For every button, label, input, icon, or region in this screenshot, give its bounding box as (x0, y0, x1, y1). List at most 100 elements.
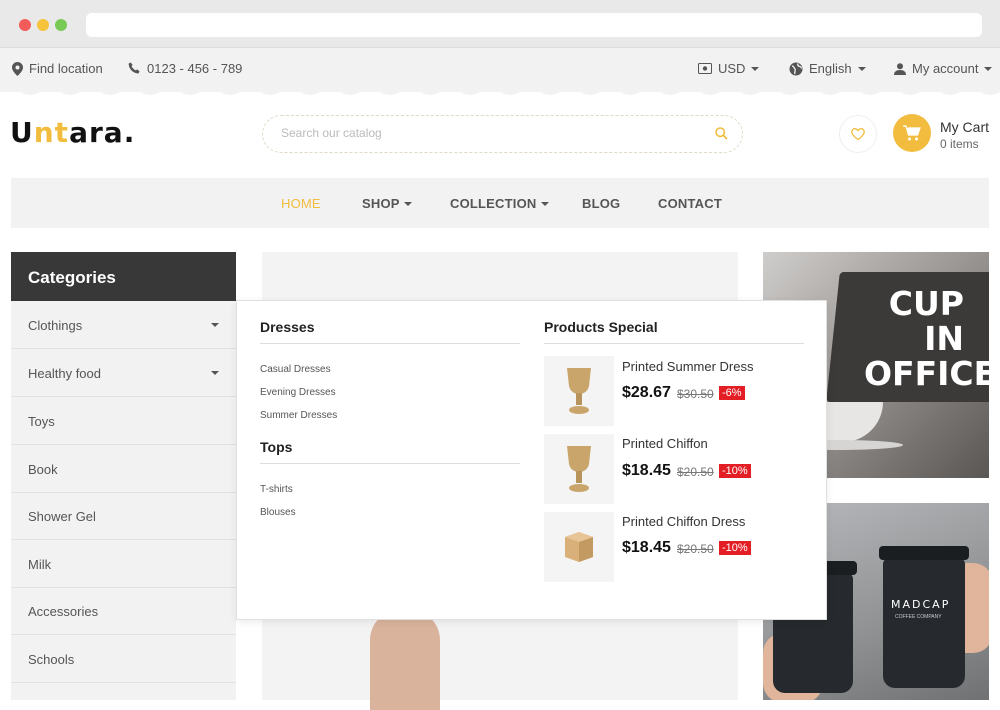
phone-number: 0123 - 456 - 789 (147, 61, 243, 76)
nav-shop[interactable]: SHOP (362, 196, 412, 211)
nav-blog-label: BLOG (582, 196, 621, 211)
money-icon (698, 63, 712, 74)
submenu-t-shirts[interactable]: T-shirts (260, 484, 293, 495)
category-label: Milk (28, 557, 52, 572)
close-window-dot[interactable] (19, 19, 31, 31)
goblet-icon (567, 446, 591, 492)
hero-hand-image (370, 610, 440, 710)
logo-text-3: a (69, 116, 89, 149)
account-menu[interactable]: My account (894, 61, 993, 76)
goblet-icon (567, 368, 591, 414)
currency-selector[interactable]: USD (698, 61, 760, 76)
categories-header[interactable]: Categories (11, 252, 236, 301)
cart-title[interactable]: My Cart (940, 119, 989, 135)
side-banner-title: CUP IN OFFICES (864, 284, 1000, 393)
nav-contact-label: CONTACT (658, 196, 722, 211)
category-label: Book (28, 462, 58, 477)
search-icon (715, 127, 728, 140)
product-name[interactable]: Printed Summer Dress (622, 359, 753, 374)
categories-list: Clothings Healthy food Toys Book Shower … (11, 301, 236, 700)
dresses-heading[interactable]: Dresses (260, 319, 315, 335)
nav-collection[interactable]: COLLECTION (450, 196, 549, 211)
minimize-window-dot[interactable] (37, 19, 49, 31)
map-pin-icon (12, 61, 23, 76)
user-icon (894, 62, 906, 75)
chevron-down-icon (857, 66, 866, 71)
chevron-down-icon (403, 201, 412, 206)
category-item-milk[interactable]: Milk (11, 540, 236, 588)
submenu-evening-dresses[interactable]: Evening Dresses (260, 387, 336, 398)
nav-blog[interactable]: BLOG (582, 196, 620, 211)
divider (260, 463, 520, 464)
nav-home[interactable]: HOME (281, 196, 321, 211)
search-button[interactable] (715, 127, 728, 145)
category-label: Shower Gel (28, 509, 96, 524)
account-label: My account (912, 61, 979, 76)
search-input[interactable] (281, 126, 681, 140)
submenu-casual-dresses[interactable]: Casual Dresses (260, 364, 331, 375)
category-label: Accessories (28, 604, 99, 619)
main-nav: HOME SHOP COLLECTION BLOG CONTACT (11, 178, 989, 228)
submenu-blouses[interactable]: Blouses (260, 507, 296, 518)
coffee-cup-right: MADCAP COFFEE COMPANY (879, 546, 969, 688)
logo-text-4: ra. (88, 116, 136, 149)
address-bar[interactable] (86, 13, 982, 37)
divider (260, 343, 520, 344)
cart-button[interactable] (893, 114, 931, 152)
category-item-schools[interactable]: Schools (11, 635, 236, 683)
wave-divider (0, 88, 1000, 95)
product-old-price: $30.50 (677, 387, 714, 401)
discount-badge: -10% (719, 541, 751, 555)
find-location-link[interactable]: Find location (12, 61, 103, 76)
category-item-toys[interactable]: Toys (11, 397, 236, 445)
cup-sub: COFFEE COMPANY (895, 614, 942, 620)
language-label: English (809, 61, 852, 76)
find-location-label: Find location (29, 61, 103, 76)
side-banner-line2: OFFICES (864, 354, 1000, 393)
product-price: $18.45 (622, 539, 671, 556)
side-banner-line1: CUP IN (888, 284, 964, 358)
cup-brand: MADCAP (891, 598, 951, 611)
category-label: Healthy food (28, 366, 101, 381)
chevron-down-icon (751, 66, 760, 71)
chevron-down-icon[interactable] (211, 371, 219, 375)
tops-heading[interactable]: Tops (260, 439, 292, 455)
chevron-down-icon (540, 201, 549, 206)
phone-link[interactable]: 0123 - 456 - 789 (128, 61, 242, 76)
product-name[interactable]: Printed Chiffon (622, 436, 708, 451)
product-image[interactable] (544, 512, 614, 582)
site-logo[interactable]: Untara. (10, 116, 135, 149)
wishlist-button[interactable] (839, 115, 877, 153)
logo-text-1: U (10, 116, 34, 149)
box-icon (565, 532, 593, 562)
cart-count: 0 items (940, 137, 979, 151)
currency-label: USD (718, 61, 746, 76)
product-price: $18.45 (622, 462, 671, 479)
browser-chrome (0, 0, 1000, 48)
nav-contact[interactable]: CONTACT (658, 196, 722, 211)
category-item-healthy-food[interactable]: Healthy food (11, 349, 236, 397)
category-item-book[interactable]: Book (11, 445, 236, 493)
nav-home-label: HOME (281, 196, 321, 211)
product-name[interactable]: Printed Chiffon Dress (622, 514, 745, 529)
category-item-shower-gel[interactable]: Shower Gel (11, 492, 236, 540)
nav-shop-label: SHOP (362, 196, 400, 211)
product-image[interactable] (544, 434, 614, 504)
globe-icon (789, 62, 803, 75)
maximize-window-dot[interactable] (55, 19, 67, 31)
chevron-down-icon[interactable] (211, 323, 219, 327)
product-image[interactable] (544, 356, 614, 426)
product-price: $28.67 (622, 384, 671, 401)
discount-badge: -10% (719, 464, 751, 478)
category-item-clothings[interactable]: Clothings (11, 301, 236, 349)
language-selector[interactable]: English (789, 61, 866, 76)
category-label: Clothings (28, 318, 83, 333)
products-special-heading: Products Special (544, 319, 658, 335)
chevron-down-icon (984, 66, 993, 71)
submenu-summer-dresses[interactable]: Summer Dresses (260, 410, 337, 421)
search-box (262, 115, 743, 153)
category-label: Schools (28, 652, 75, 667)
heart-icon (851, 128, 865, 140)
phone-icon (128, 62, 140, 74)
category-item-accessories[interactable]: Accessories (11, 587, 236, 635)
